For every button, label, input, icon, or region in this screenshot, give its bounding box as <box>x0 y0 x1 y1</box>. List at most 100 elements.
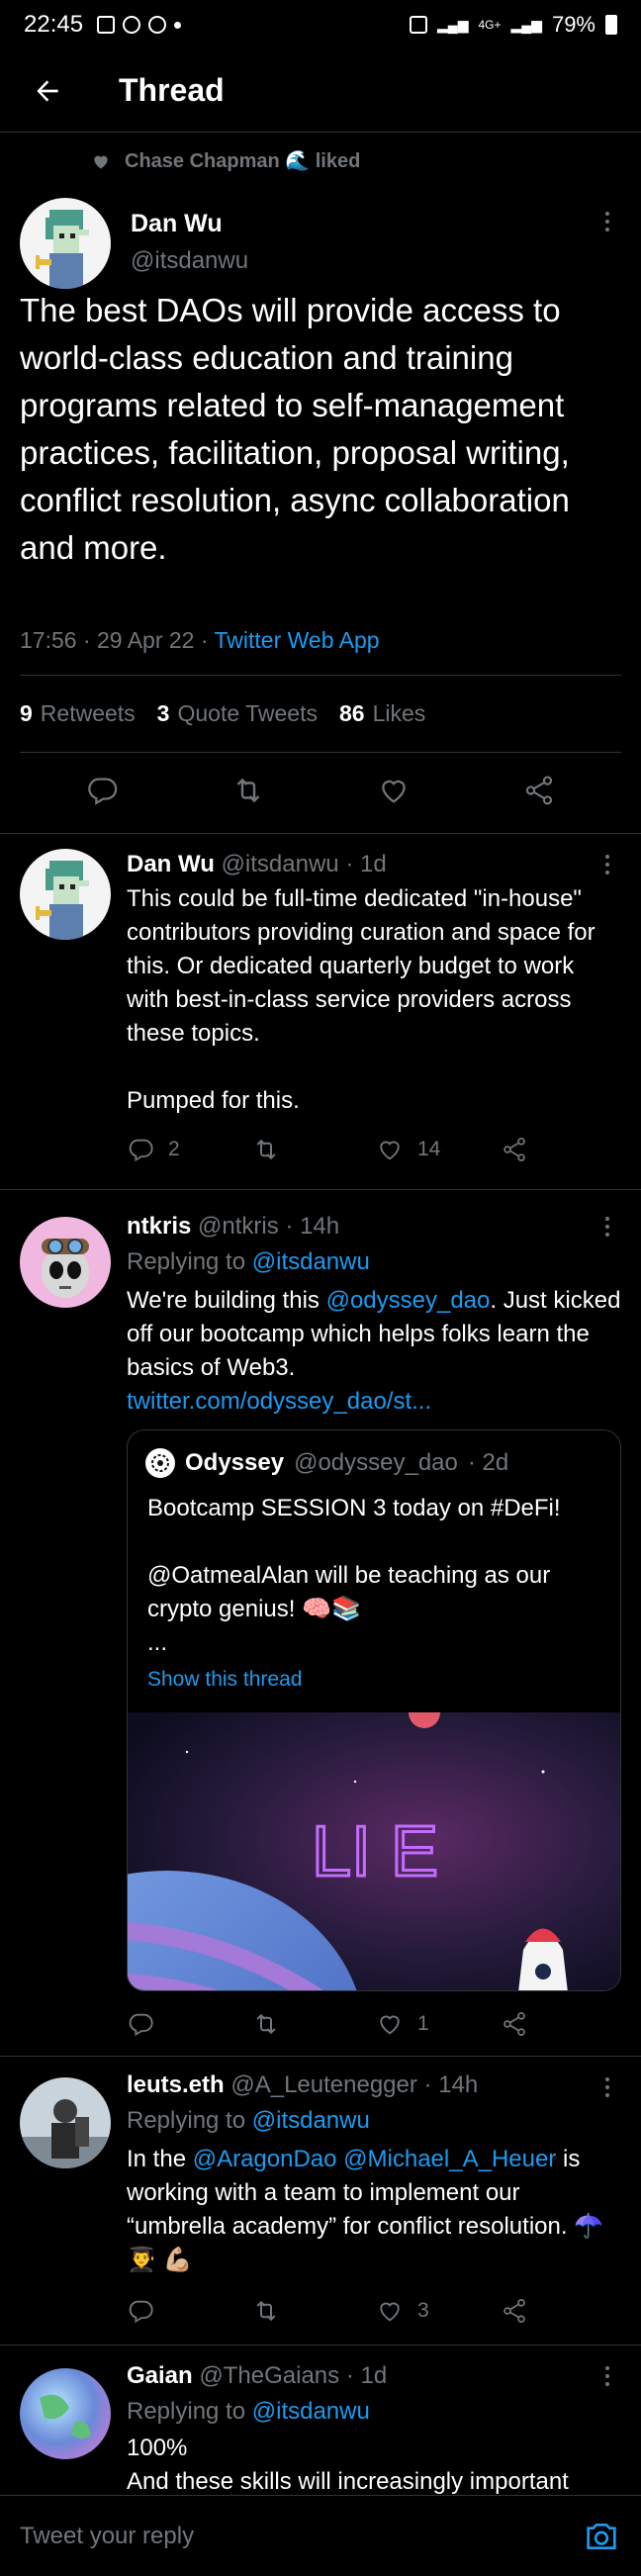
retweet-button[interactable] <box>251 1135 376 1164</box>
reply-author-name: Gaian <box>127 2362 193 2389</box>
retweet-icon <box>256 2013 276 2035</box>
more-options-icon[interactable] <box>605 855 609 874</box>
signal-icon-2: ▂▄▆ <box>510 16 542 33</box>
avatar[interactable] <box>20 2368 111 2459</box>
avatar <box>145 1448 175 1478</box>
signal-icon: ▂▄▆ <box>437 16 469 33</box>
retweets-stat[interactable]: 9 Retweets <box>20 700 136 727</box>
quoted-tweet[interactable]: Odyssey @odyssey_dao · 2d Bootcamp SESSI… <box>127 1429 621 1991</box>
reply-count: 2 <box>168 1138 180 1160</box>
avatar[interactable] <box>20 2077 111 2168</box>
alarm-icon <box>410 16 428 34</box>
reply-icon <box>129 2300 153 2324</box>
quote-tweets-stat[interactable]: 3 Quote Tweets <box>157 700 318 727</box>
mention-link[interactable]: @Michael_A_Heuer <box>343 2146 556 2172</box>
battery-percent: 79% <box>551 12 595 37</box>
back-button[interactable] <box>0 49 95 133</box>
quoted-media-image[interactable]: LI E <box>128 1712 621 1991</box>
reply-button[interactable] <box>85 774 119 812</box>
quoted-text-line: ... <box>147 1629 168 1656</box>
reply-input[interactable]: Tweet your reply <box>20 2523 194 2550</box>
reply-time: · 14h <box>285 1213 340 1240</box>
share-icon <box>504 2299 525 2323</box>
avatar[interactable] <box>20 849 111 940</box>
heart-icon <box>382 780 407 803</box>
share-button[interactable] <box>501 2010 528 2038</box>
retweet-button[interactable] <box>251 2296 376 2326</box>
reply-button[interactable] <box>127 2010 251 2038</box>
reply-header[interactable]: Gaian @TheGaians · 1d <box>127 2362 387 2390</box>
more-options-icon[interactable] <box>605 212 609 231</box>
liked-by-emoji: 🌊 <box>285 150 311 172</box>
reply-time: · 14h <box>423 2071 479 2098</box>
reply-text: This could be full-time dedicated "in-ho… <box>127 882 621 1118</box>
retweet-button[interactable] <box>251 2009 376 2039</box>
replying-to-label: Replying to <box>127 1248 246 1275</box>
reply-author-handle: @A_Leutenegger <box>230 2071 417 2098</box>
reply-header[interactable]: ntkris @ntkris · 14h <box>127 1213 339 1241</box>
system-icons: ▂▄▆ 4G+ ▂▄▆ 79% <box>410 12 617 38</box>
url-link[interactable]: twitter.com/odyssey_dao/st... <box>127 1385 621 1419</box>
reply-icon <box>88 778 118 805</box>
status-time: 22:45 <box>24 11 84 38</box>
whatsapp-icon <box>123 16 141 34</box>
reply-text-paragraph: This could be full-time dedicated "in-ho… <box>127 885 595 1047</box>
replying-to: Replying to @itsdanwu <box>127 1248 370 1276</box>
reply-time: · 1d <box>345 2362 388 2389</box>
quoted-author-name: Odyssey <box>185 1449 285 1476</box>
reply-author-name: ntkris <box>127 1213 192 1240</box>
like-count: 3 <box>417 2299 429 2322</box>
camera-icon[interactable] <box>582 2517 621 2556</box>
reply-icon <box>129 1139 153 1162</box>
tweet-source-link[interactable]: Twitter Web App <box>215 627 380 653</box>
tweet-text: The best DAOs will provide access to wor… <box>20 292 570 566</box>
replying-to-handle[interactable]: @itsdanwu <box>252 2107 370 2134</box>
share-button[interactable] <box>501 2297 528 2325</box>
more-notifications-icon <box>174 21 182 29</box>
more-options-icon[interactable] <box>605 2077 609 2097</box>
avatar[interactable] <box>20 198 111 289</box>
like-button[interactable] <box>377 774 411 812</box>
heart-icon <box>380 2302 400 2322</box>
like-button[interactable]: 14 <box>376 1136 501 1163</box>
share-button[interactable] <box>501 1136 528 1163</box>
quoted-tweet-header: Odyssey @odyssey_dao · 2d <box>145 1448 508 1478</box>
quoted-text-line: @OatmealAlan will be teaching as our cry… <box>147 1562 551 1622</box>
share-button[interactable] <box>522 774 556 812</box>
reply-button[interactable] <box>127 2297 251 2325</box>
reply-header[interactable]: leuts.eth @A_Leutenegger · 14h <box>127 2071 478 2099</box>
show-thread-link[interactable]: Show this thread <box>147 1668 302 1692</box>
heart-icon <box>94 155 108 168</box>
more-options-icon[interactable] <box>605 1217 609 1237</box>
reply-actions: 2 14 <box>127 1130 562 1169</box>
social-context[interactable]: Chase Chapman 🌊 liked <box>91 148 360 173</box>
odyssey-logo-icon <box>151 1454 169 1472</box>
reply-author-handle: @itsdanwu <box>221 851 339 877</box>
replying-to-handle[interactable]: @itsdanwu <box>252 1248 370 1275</box>
mention-link[interactable]: @odyssey_dao <box>326 1287 491 1314</box>
like-button[interactable]: 3 <box>376 2297 501 2325</box>
reply-actions: 3 <box>127 2291 562 2331</box>
reply-header[interactable]: Dan Wu @itsdanwu · 1d <box>127 851 387 878</box>
retweet-icon <box>256 1139 276 1160</box>
author-name[interactable]: Dan Wu <box>131 210 223 238</box>
retweet-button[interactable] <box>230 773 266 813</box>
reply-text-line: And these skills will increasingly impor… <box>127 2468 569 2495</box>
replying-to-handle[interactable]: @itsdanwu <box>252 2398 370 2425</box>
reply-author-name: Dan Wu <box>127 851 215 877</box>
divider <box>0 2056 641 2057</box>
liked-suffix: liked <box>315 150 361 172</box>
avatar[interactable] <box>20 1217 111 1308</box>
likes-stat[interactable]: 86 Likes <box>339 700 425 727</box>
network-type: 4G+ <box>478 18 502 32</box>
like-button[interactable]: 1 <box>376 2010 501 2038</box>
more-options-icon[interactable] <box>605 2366 609 2386</box>
author-handle[interactable]: @itsdanwu <box>131 247 248 275</box>
mention-link[interactable]: @AragonDao <box>193 2146 337 2172</box>
person-photo-avatar <box>20 2077 111 2168</box>
heart-icon <box>380 1141 400 1160</box>
reply-button[interactable]: 2 <box>127 1136 251 1163</box>
heart-icon <box>380 2015 400 2035</box>
reply-text-segment: We're building this <box>127 1287 326 1314</box>
reply-composer: Tweet your reply <box>0 2495 641 2576</box>
